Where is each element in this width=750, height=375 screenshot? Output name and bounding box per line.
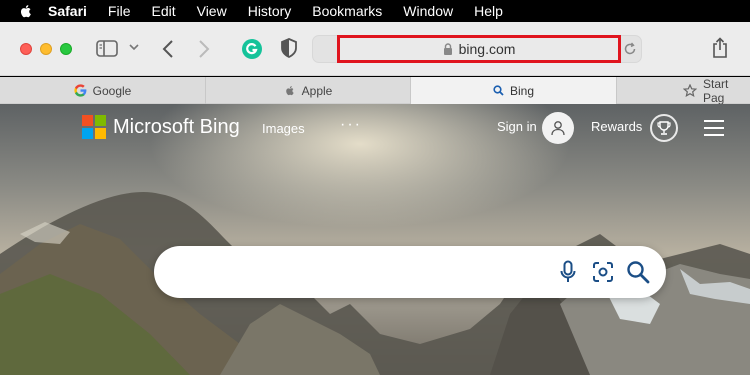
menu-safari[interactable]: Safari: [48, 3, 87, 19]
forward-icon[interactable]: [198, 39, 210, 59]
tab-bing-label: Bing: [509, 83, 535, 98]
bing-logo[interactable]: Microsoft Bing: [82, 115, 240, 139]
close-window-button[interactable]: [20, 43, 32, 55]
trophy-icon[interactable]: [650, 114, 678, 142]
url-field-highlighted[interactable]: bing.com: [337, 35, 621, 63]
tab-bing[interactable]: Bing: [411, 77, 617, 104]
sidebar-toggle-icon[interactable]: [96, 40, 118, 57]
hamburger-menu-icon[interactable]: [704, 120, 724, 141]
more-options-icon[interactable]: ···: [340, 116, 362, 134]
bing-homepage: Microsoft Bing Images ··· Sign in Reward…: [0, 104, 750, 375]
microphone-icon[interactable]: [555, 259, 581, 285]
search-input[interactable]: [174, 260, 554, 284]
privacy-shield-icon[interactable]: [280, 38, 298, 58]
back-icon[interactable]: [162, 39, 174, 59]
tab-apple-label: Apple: [301, 83, 333, 98]
tab-start-page-label: Start Pag: [703, 76, 729, 105]
lock-icon: [443, 43, 452, 55]
menu-view[interactable]: View: [197, 3, 227, 19]
apple-menu-icon[interactable]: [18, 3, 34, 19]
share-icon[interactable]: [711, 37, 729, 59]
reload-icon[interactable]: [623, 42, 637, 56]
menu-bar: Safari File Edit View History Bookmarks …: [0, 0, 750, 22]
menu-bookmarks[interactable]: Bookmarks: [312, 3, 382, 19]
microsoft-logo-icon: [82, 115, 106, 139]
google-icon: [74, 84, 87, 97]
tab-google[interactable]: Google: [0, 77, 206, 104]
sign-in-link[interactable]: Sign in: [497, 119, 537, 134]
apple-icon: [284, 84, 296, 97]
user-icon: [551, 121, 565, 136]
visual-search-icon[interactable]: [590, 259, 616, 285]
avatar[interactable]: [542, 112, 574, 144]
safari-toolbar: bing.com: [0, 22, 750, 76]
background-mountains-image: [0, 192, 750, 375]
grammarly-icon[interactable]: [241, 38, 263, 60]
chevron-down-icon[interactable]: [129, 43, 139, 51]
menu-window[interactable]: Window: [403, 3, 453, 19]
menu-history[interactable]: History: [248, 3, 292, 19]
rewards-link[interactable]: Rewards: [591, 119, 642, 134]
tab-google-label: Google: [92, 83, 132, 98]
menu-help[interactable]: Help: [474, 3, 503, 19]
tab-start-page[interactable]: Start Pag: [617, 76, 750, 105]
menu-file[interactable]: File: [108, 3, 131, 19]
tab-apple[interactable]: Apple: [206, 77, 411, 104]
logo-text: Microsoft Bing: [113, 115, 240, 138]
tab-bar: Google Apple Bing Start Pag: [0, 76, 750, 105]
search-icon[interactable]: [625, 259, 651, 285]
bing-search-icon: [493, 85, 504, 96]
nav-images-link[interactable]: Images: [262, 121, 305, 136]
minimize-window-button[interactable]: [40, 43, 52, 55]
zoom-window-button[interactable]: [60, 43, 72, 55]
menu-edit[interactable]: Edit: [151, 3, 175, 19]
url-text: bing.com: [458, 41, 516, 57]
star-icon: [683, 84, 697, 97]
search-box: [154, 246, 666, 298]
